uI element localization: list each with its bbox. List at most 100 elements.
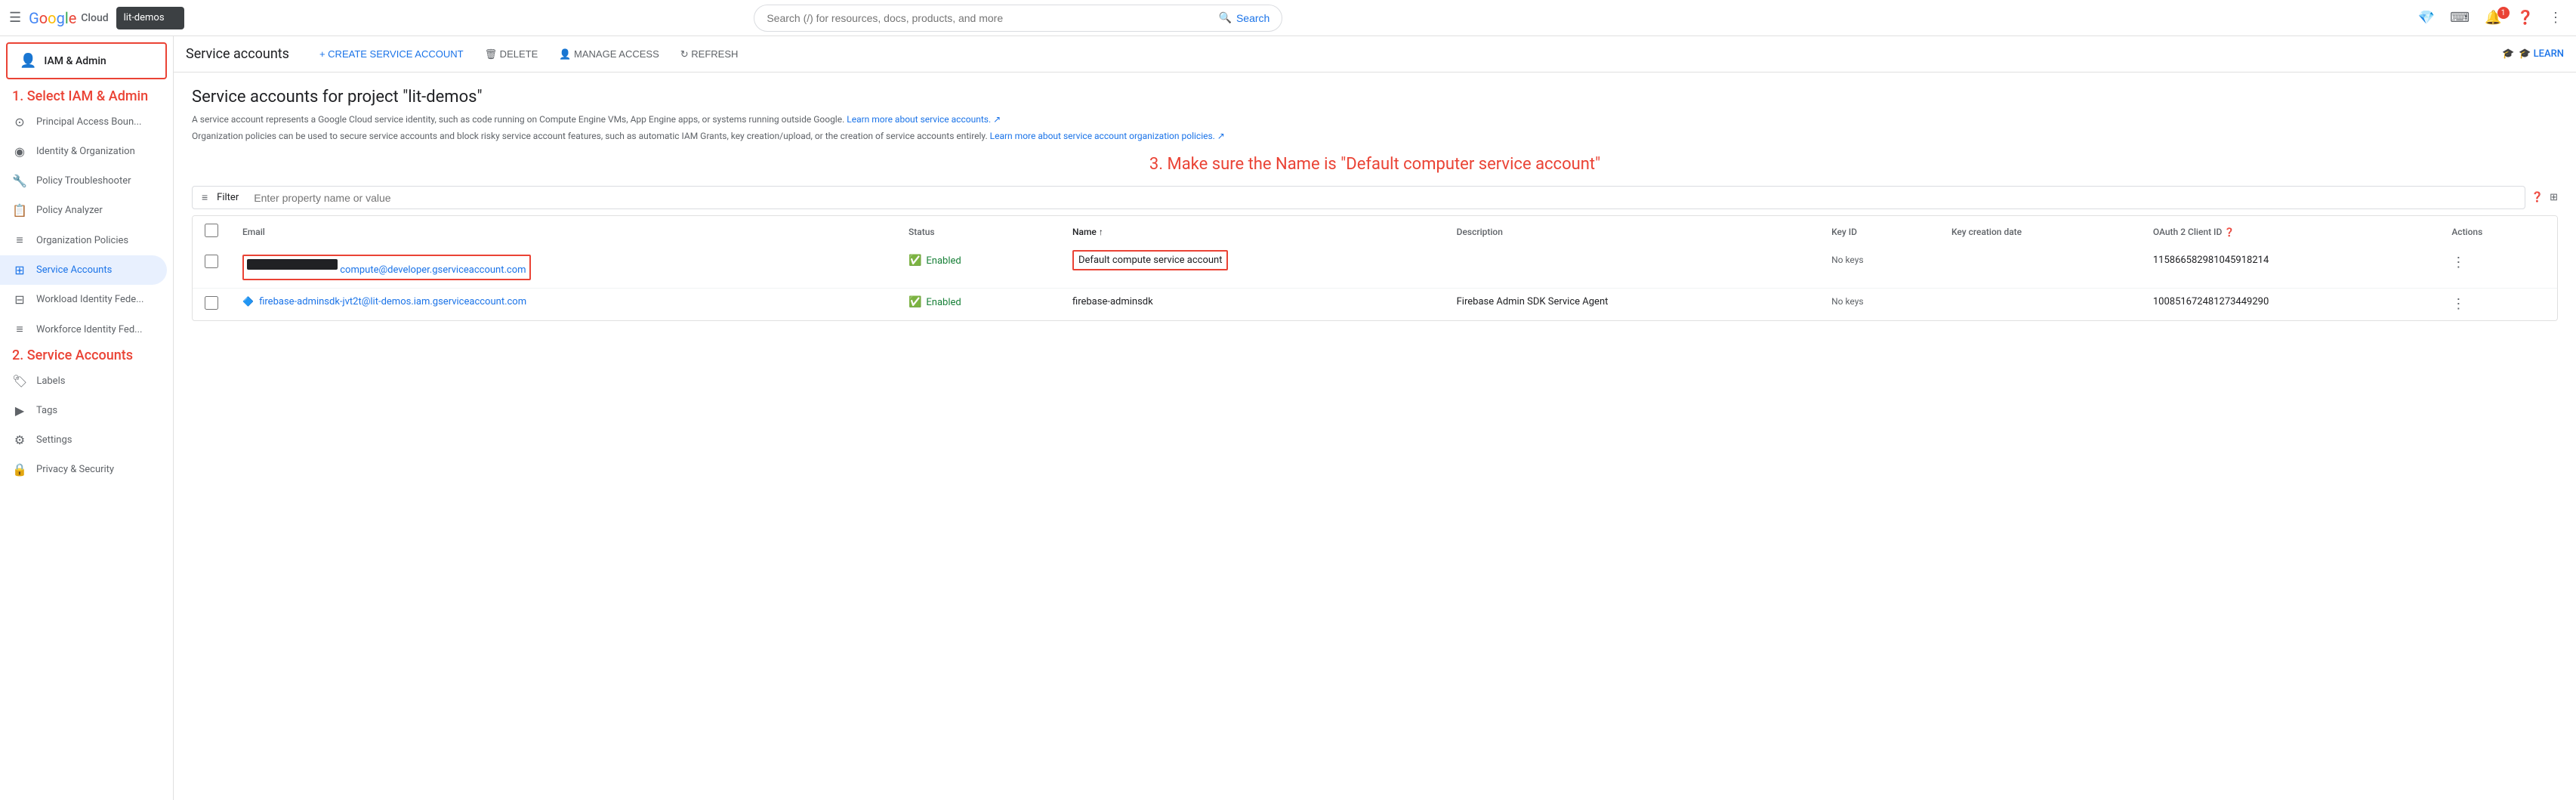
row1-actions-icon[interactable]: ⋮	[2451, 255, 2465, 270]
row2-key-creation	[1939, 289, 2141, 321]
sidebar-item-policy-analyzer[interactable]: 📋 Policy Analyzer	[0, 196, 167, 225]
notifications[interactable]: 🔔 1	[2480, 10, 2506, 26]
toolbar-title: Service accounts	[186, 46, 289, 62]
col-key-creation-date: Key creation date	[1939, 216, 2141, 247]
sidebar-header-text: IAM & Admin	[44, 55, 106, 67]
create-service-account-button[interactable]: + CREATE SERVICE ACCOUNT	[310, 42, 473, 66]
row2-name: firebase-adminsdk	[1060, 289, 1445, 321]
sidebar-header-iam[interactable]: 👤 IAM & Admin	[6, 42, 167, 79]
sidebar-item-service-accounts[interactable]: ⊞ Service Accounts	[0, 255, 167, 285]
learn-button[interactable]: 🎓 🎓 LEARN	[2502, 48, 2564, 60]
org-policy-link[interactable]: Learn more about service account organiz…	[990, 131, 1225, 141]
sidebar-item-workforce-identity[interactable]: ≡ Workforce Identity Fed...	[0, 314, 167, 344]
search-label: Search	[1236, 12, 1269, 24]
row2-description: Firebase Admin SDK Service Agent	[1445, 289, 1819, 321]
col-status: Status	[896, 216, 1060, 247]
col-name[interactable]: Name ↑	[1060, 216, 1445, 247]
row2-actions: ⋮	[2439, 289, 2557, 321]
sidebar-item-policy-troubleshooter[interactable]: 🔧 Policy Troubleshooter	[0, 166, 167, 196]
sidebar-item-identity-organization[interactable]: ◉ Identity & Organization	[0, 137, 167, 166]
firebase-icon: 🔷	[242, 296, 254, 307]
sidebar: 👤 IAM & Admin 1. Select IAM & Admin ⊙ Pr…	[0, 36, 174, 800]
row1-name: Default compute service account	[1060, 247, 1445, 289]
refresh-label: ↻ REFRESH	[680, 48, 739, 60]
org-policies-icon: ≡	[12, 233, 27, 248]
principal-access-icon: ⊙	[12, 115, 27, 129]
table-header-row: ≡ Filter ❓ ⊞	[192, 186, 2558, 209]
step1-annotation: 1. Select IAM & Admin	[0, 85, 173, 107]
row2-checkbox[interactable]	[205, 296, 218, 310]
sidebar-item-settings[interactable]: ⚙ Settings	[0, 425, 167, 455]
sidebar-item-label: Principal Access Boun...	[36, 116, 141, 128]
row2-actions-icon[interactable]: ⋮	[2451, 296, 2465, 312]
topbar-right: 💎 ⌨ 🔔 1 ❓ ⋮	[2414, 5, 2567, 30]
filter-input[interactable]	[254, 192, 2516, 204]
topbar: ☰ Google Cloud lit-demos 🔍 Search 💎 ⌨ 🔔 …	[0, 0, 2576, 36]
sidebar-item-label: Labels	[36, 375, 65, 387]
sidebar-item-label: Tags	[36, 405, 57, 416]
col-description: Description	[1445, 216, 1819, 247]
policy-analyzer-icon: 📋	[12, 203, 27, 218]
sidebar-item-label: Privacy & Security	[36, 464, 114, 475]
row1-description	[1445, 247, 1819, 289]
cloud-text: Cloud	[81, 12, 108, 24]
sidebar-item-tags[interactable]: ▶ Tags	[0, 396, 167, 425]
help-icon[interactable]: ❓	[2513, 5, 2538, 30]
org-policy-note: Organization policies can be used to sec…	[192, 129, 2558, 143]
toolbar: Service accounts + CREATE SERVICE ACCOUN…	[174, 36, 2576, 73]
search-bar: 🔍 Search	[754, 5, 1282, 32]
search-button[interactable]: 🔍 Search	[1219, 11, 1270, 24]
layout: 👤 IAM & Admin 1. Select IAM & Admin ⊙ Pr…	[0, 36, 2576, 800]
sidebar-item-label: Identity & Organization	[36, 146, 135, 157]
sidebar-item-workload-identity[interactable]: ⊟ Workload Identity Fede...	[0, 285, 167, 314]
policy-trouble-icon: 🔧	[12, 174, 27, 188]
diamond-icon[interactable]: 💎	[2414, 5, 2439, 30]
learn-icon: 🎓	[2502, 48, 2514, 60]
sidebar-item-label: Policy Troubleshooter	[36, 175, 131, 187]
service-accounts-table: Email Status Name ↑ Description Key ID K…	[192, 215, 2558, 321]
row2-key-id: No keys	[1819, 289, 1939, 321]
help-table-icon[interactable]: ❓	[2531, 192, 2544, 203]
page-title: Service accounts for project "lit-demos"	[192, 88, 2558, 107]
sidebar-item-label: Workload Identity Fede...	[36, 294, 143, 305]
sidebar-item-organization-policies[interactable]: ≡ Organization Policies	[0, 225, 167, 255]
col-email: Email	[230, 216, 896, 247]
search-input[interactable]	[767, 12, 1212, 24]
workforce-identity-icon: ≡	[12, 322, 27, 337]
row2-status-badge: ✅ Enabled	[909, 296, 1048, 308]
service-accounts-icon: ⊞	[12, 263, 27, 277]
terminal-icon[interactable]: ⌨	[2445, 5, 2474, 30]
row2-email-link[interactable]: firebase-adminsdk-jvt2t@lit-demos.iam.gs…	[259, 296, 526, 307]
filter-icon: ≡	[202, 191, 208, 204]
row2-email-cell: 🔷 firebase-adminsdk-jvt2t@lit-demos.iam.…	[230, 289, 896, 321]
col-key-id: Key ID	[1819, 216, 1939, 247]
step2-annotation: 2. Service Accounts	[0, 344, 173, 366]
description-text: A service account represents a Google Cl…	[192, 113, 2558, 126]
filter-label: Filter	[217, 192, 239, 203]
manage-access-button[interactable]: 👤 MANAGE ACCESS	[550, 42, 668, 66]
oauth2-help-icon[interactable]: ❓	[2224, 227, 2235, 237]
sidebar-item-privacy-security[interactable]: 🔒 Privacy & Security	[0, 455, 167, 484]
row1-checkbox[interactable]	[205, 255, 218, 268]
sidebar-item-principal-access[interactable]: ⊙ Principal Access Boun...	[0, 107, 167, 137]
delete-button[interactable]: 🗑 DELETE	[476, 42, 548, 66]
columns-icon[interactable]: ⊞	[2550, 192, 2558, 203]
more-options-icon[interactable]: ⋮	[2544, 5, 2567, 30]
iam-icon: 👤	[20, 53, 36, 69]
sidebar-item-labels[interactable]: 🏷 Labels	[0, 366, 167, 396]
google-cloud-logo: Google Cloud	[29, 9, 108, 27]
hamburger-icon[interactable]: ☰	[9, 10, 21, 26]
create-label: + CREATE SERVICE ACCOUNT	[319, 48, 464, 60]
row1-email-redacted	[247, 259, 338, 270]
topbar-left: ☰ Google Cloud lit-demos	[9, 7, 184, 29]
delete-label: 🗑 DELETE	[485, 48, 538, 60]
row1-key-creation	[1939, 247, 2141, 289]
col-actions: Actions	[2439, 216, 2557, 247]
learn-more-link[interactable]: Learn more about service accounts. ↗	[847, 114, 1001, 125]
select-all-checkbox[interactable]	[205, 224, 218, 237]
table-icons-right: ❓ ⊞	[2531, 192, 2558, 203]
project-selector[interactable]: lit-demos	[116, 7, 184, 29]
row1-email-link[interactable]: compute@developer.gserviceaccount.com	[340, 264, 526, 276]
row1-oauth2: 115866582981045918214	[2141, 247, 2440, 289]
refresh-button[interactable]: ↻ REFRESH	[671, 42, 748, 66]
